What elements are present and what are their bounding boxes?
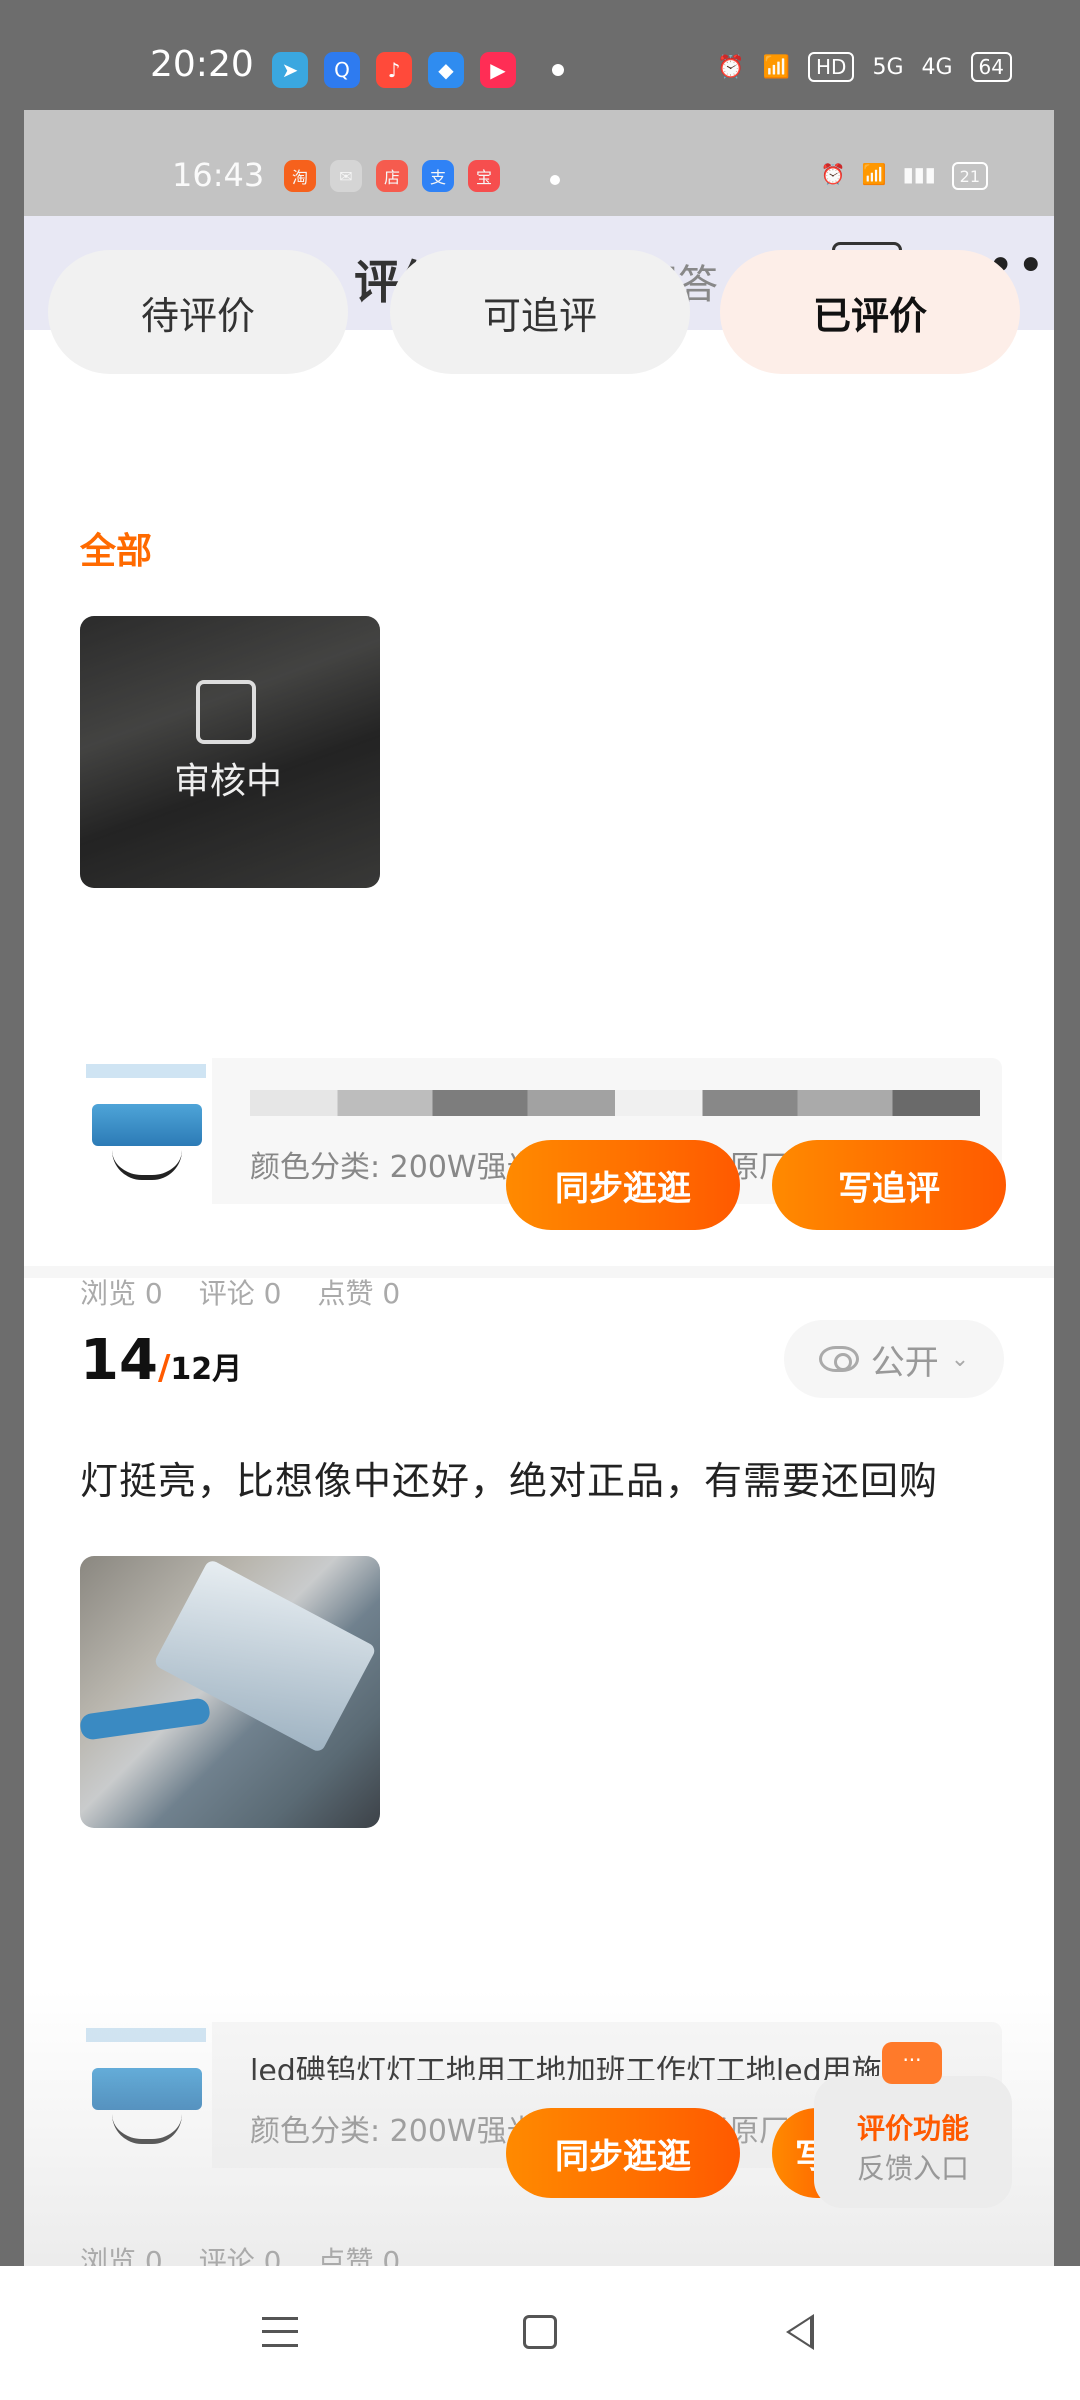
back-triangle-icon [786, 2314, 814, 2350]
inner-status-bar: 16:43 淘 ✉ 店 支 宝 ⏰ 📶 ▮▮▮ 21 [24, 110, 1054, 216]
review-photo[interactable] [80, 1556, 380, 1828]
review-date: 14/12月 [80, 1328, 242, 1393]
review-feedback-entry[interactable]: ··· 评价功能 反馈入口 [814, 2042, 1012, 2208]
inner-battery-icon: 21 [951, 162, 988, 190]
home-button[interactable] [510, 2302, 570, 2362]
sync-browse-button[interactable]: 同步逛逛 [506, 2108, 740, 2198]
hd-badge: HD [808, 52, 855, 82]
lamp-image [92, 1104, 202, 1146]
inner-status-time: 16:43 [172, 156, 265, 194]
eye-icon [818, 1346, 859, 1372]
inner-wifi-icon: 📶 [861, 162, 887, 186]
shop-app-icon: 店 [376, 160, 408, 192]
battery-icon: 64 [970, 52, 1012, 82]
home-icon [523, 2315, 557, 2349]
cord-image [112, 2114, 182, 2144]
section-divider [24, 1266, 1054, 1278]
product-name: led碘钨灯灯工地用工地加班工作灯工地led用施工... [250, 2054, 941, 2080]
red-app-icon: 宝 [468, 160, 500, 192]
music-app-icon: ♪ [376, 52, 412, 88]
inner-status-indicators: ⏰ 📶 ▮▮▮ 21 [821, 162, 988, 190]
inner-alarm-icon: ⏰ [820, 162, 846, 186]
left-border [0, 110, 24, 2266]
tab-pending-review[interactable]: 待评价 [48, 250, 348, 374]
video-app-icon: ▶ [480, 52, 516, 88]
signal-4g-icon: 4G [921, 54, 953, 80]
outer-status-bar: 20:20 ➤ Q ♪ ◆ ▶ ⏰ 📶 HD 5G 4G 64 [0, 0, 1080, 110]
likes-count: 点赞 0 [317, 1277, 401, 1310]
chat-bubble-icon: ··· [882, 2042, 942, 2084]
under-review-icon [196, 680, 256, 744]
search-app-icon: Q [324, 52, 360, 88]
sync-browse-button[interactable]: 同步逛逛 [506, 1140, 740, 1230]
right-border [1054, 110, 1080, 2266]
views-count: 浏览 0 [80, 2245, 163, 2266]
telegram-icon: ➤ [272, 52, 308, 88]
thumbnail-label-strip [86, 2028, 206, 2042]
product-name-blurred [250, 1090, 980, 1116]
write-follow-up-button[interactable]: 写追评 [772, 1140, 1006, 1230]
taobao-app-icon: 淘 [284, 160, 316, 192]
cord-image [112, 1150, 182, 1180]
inner-signal-icon: ▮▮▮ [902, 162, 936, 186]
signal-5g-icon: 5G [872, 54, 904, 80]
alarm-icon: ⏰ [717, 54, 745, 80]
review-month: 12月 [170, 1352, 243, 1387]
notification-dot-icon [552, 64, 564, 76]
blue-app-icon: ◆ [428, 52, 464, 88]
feedback-label-1: 评价功能 [856, 2112, 969, 2145]
date-slash: / [157, 1348, 171, 1388]
hose-photo-shape [80, 1697, 212, 1741]
comments-count: 评论 0 [198, 2245, 282, 2266]
product-thumbnail [80, 2022, 212, 2168]
tab-can-follow-up[interactable]: 可追评 [390, 250, 690, 374]
inner-status-app-icons: 淘 ✉ 店 支 宝 [284, 160, 500, 192]
outer-status-time: 20:20 [150, 44, 254, 85]
outer-status-indicators: ⏰ 📶 HD 5G 4G 64 [717, 52, 1012, 82]
visibility-label: 公开 [870, 1342, 939, 1383]
recorded-screen: 16:43 淘 ✉ 店 支 宝 ⏰ 📶 ▮▮▮ 21 < 评价 问答 评价 规则… [24, 110, 1054, 2266]
wechat-icon: ✉ [330, 160, 362, 192]
outer-status-app-icons: ➤ Q ♪ ◆ ▶ [272, 52, 516, 88]
under-review-label: 审核中 [174, 761, 283, 802]
wifi-icon: 📶 [762, 54, 790, 80]
thumbnail-label-strip [86, 1064, 206, 1078]
tab-reviewed[interactable]: 已评价 [720, 250, 1020, 374]
menu-icon [262, 2317, 298, 2347]
feedback-label-2: 反馈入口 [856, 2152, 969, 2185]
product-thumbnail [80, 1058, 212, 1204]
lamp-image [92, 2068, 202, 2110]
comments-count: 评论 0 [198, 1277, 282, 1310]
review-stats: 浏览 0 评论 0 点赞 0 [80, 1272, 400, 1312]
visibility-dropdown[interactable]: 公开 ⌄ [784, 1320, 1004, 1398]
review-day: 14 [80, 1328, 158, 1393]
menu-button[interactable] [250, 2302, 310, 2362]
system-back-button[interactable] [770, 2302, 830, 2362]
system-nav-bar [0, 2266, 1080, 2400]
likes-count: 点赞 0 [317, 2245, 401, 2266]
review-stats: 浏览 0 评论 0 点赞 0 [80, 2240, 400, 2266]
views-count: 浏览 0 [80, 1277, 163, 1310]
inner-notification-dot-icon [550, 175, 560, 185]
review-text: 灯挺亮，比想像中还好，绝对正品，有需要还回购 [80, 1459, 939, 1503]
filter-all-link[interactable]: 全部 [80, 522, 152, 574]
review-photo[interactable]: 审核中 [80, 616, 380, 888]
chevron-down-icon: ⌄ [950, 1346, 970, 1372]
alipay-icon: 支 [422, 160, 454, 192]
